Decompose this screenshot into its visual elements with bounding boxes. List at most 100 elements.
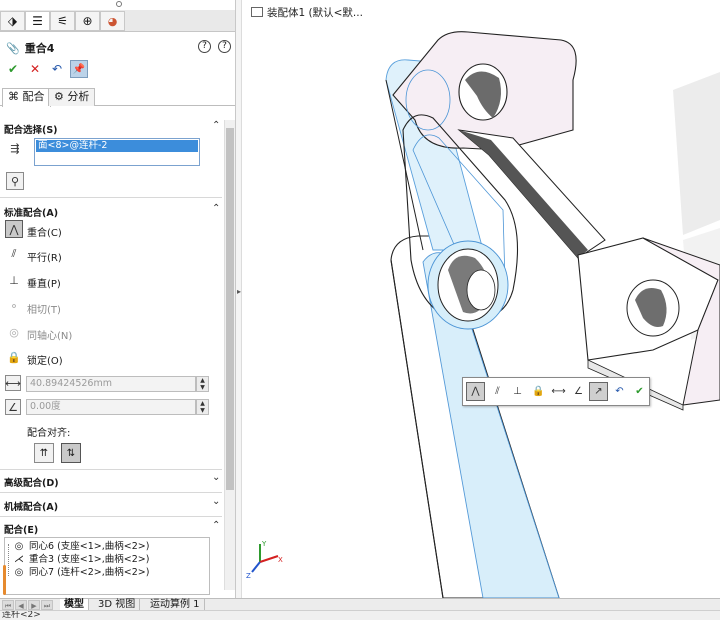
selected-entity[interactable]: 面<8>@连杆-2 — [36, 140, 198, 152]
assembly-model[interactable] — [243, 0, 720, 598]
aligned-icon: ⇈ — [39, 447, 49, 459]
prev-tab-button[interactable]: ◀ — [15, 600, 27, 610]
concentric-mate-icon: ◎ — [14, 541, 24, 552]
mate-alignment-label: 配合对齐: — [27, 428, 71, 439]
assembly-tree-header[interactable]: 装配体1 (默认<默... — [251, 5, 363, 20]
mates-list[interactable]: ◎ 同心6 (支座<1>,曲柄<2>) ⋌ 重合3 (支座<1>,曲柄<2>) ◎ 同… — [4, 537, 210, 595]
coincident-mate-icon: ⋌ — [14, 554, 24, 565]
bottom-tab-bar: ⏮ ◀ ▶ ⏭ 模型 3D 视图 运动算例 1 — [0, 598, 720, 611]
first-tab-button[interactable]: ⏮ — [2, 600, 14, 610]
flip-alignment-button[interactable]: ↗ — [589, 382, 608, 401]
lock-button[interactable]: 🔒 — [5, 348, 23, 366]
chevron-up-icon[interactable]: ⌃ — [212, 120, 220, 131]
parallel-button[interactable]: ⫽ — [5, 245, 23, 263]
tangent-button[interactable]: ⚬ — [5, 297, 23, 315]
advanced-mates-header[interactable]: 高级配合(D) — [4, 475, 59, 489]
angle-input[interactable]: 0.00度 — [26, 399, 196, 415]
anti-aligned-button[interactable]: ⇅ — [61, 443, 81, 463]
divider — [0, 516, 222, 517]
help-icon[interactable]: ? — [198, 40, 211, 53]
collapse-arrow-icon: ▸ — [236, 287, 241, 296]
coincident-button[interactable]: ⋀ — [5, 220, 23, 238]
feature-manager-tab[interactable]: ⬗ — [0, 11, 25, 31]
distance-button[interactable]: ⟷ — [5, 375, 21, 391]
angle-icon: ∠ — [8, 400, 18, 414]
configuration-manager-tab[interactable]: ⚟ — [50, 11, 75, 31]
distance-button[interactable]: ⟷ — [549, 382, 568, 401]
property-manager-tab[interactable]: ☰ — [25, 11, 50, 31]
concentric-button[interactable]: ◎ — [5, 323, 23, 341]
lock-icon: 🔒 — [7, 350, 21, 364]
mate-label: 重合3 (支座<1>,曲柄<2>) — [29, 554, 150, 565]
lock-button[interactable]: 🔒 — [529, 382, 548, 401]
coincident-icon: ⋀ — [9, 222, 19, 236]
svg-text:Z: Z — [246, 572, 251, 578]
coincident-label[interactable]: 重合(C) — [27, 224, 62, 239]
display-manager-tab[interactable]: ◕ — [100, 11, 125, 31]
accept-button[interactable]: ✔ — [630, 382, 649, 401]
perpendicular-button[interactable]: ⊥ — [508, 382, 527, 401]
undo-button[interactable]: ↶ — [48, 60, 66, 78]
mate-selections-header[interactable]: 配合选择(S) — [4, 122, 58, 136]
distance-icon: ⟷ — [551, 386, 566, 397]
property-manager: ⬗ ☰ ⚟ ⊕ ◕ 📎 重合4 ? ? ✔ ✕ ↶ 📌 ⌘ 配合 ⚙ 分析 配合选… — [0, 0, 236, 598]
dimxpert-tab[interactable]: ⊕ — [75, 11, 100, 31]
svg-text:X: X — [278, 556, 283, 564]
aligned-button[interactable]: ⇈ — [34, 443, 54, 463]
scrollbar[interactable] — [224, 120, 235, 590]
chevron-down-icon[interactable]: ⌄ — [212, 496, 220, 507]
angle-button[interactable]: ∠ — [569, 382, 588, 401]
flyout-tab[interactable] — [3, 565, 6, 595]
last-tab-button[interactable]: ⏭ — [41, 600, 53, 610]
list-item[interactable]: ⋌ 重合3 (支座<1>,曲柄<2>) — [13, 553, 149, 566]
color-wheel-icon: ◕ — [107, 14, 118, 28]
ok-button[interactable]: ✔ — [4, 60, 22, 78]
panel-grip[interactable] — [116, 1, 122, 7]
parallel-button[interactable]: ⫽ — [488, 382, 507, 401]
prev-icon: ◀ — [18, 602, 24, 610]
next-tab-button[interactable]: ▶ — [28, 600, 40, 610]
graphics-area[interactable]: 装配体1 (默认<默... ⋀ ⫽ ⊥ 🔒 ⟷ ∠ ↗ ↶ ✔ Y X Z — [243, 0, 720, 598]
perpendicular-button[interactable]: ⊥ — [5, 271, 23, 289]
concentric-mate-icon: ◎ — [14, 567, 24, 578]
perpendicular-label[interactable]: 垂直(P) — [27, 275, 61, 290]
panel-splitter[interactable]: ▸ — [236, 0, 242, 598]
list-item[interactable]: ◎ 同心7 (连杆<2>,曲柄<2>) — [13, 566, 150, 579]
last-page-icon: ⏭ — [43, 602, 51, 610]
chevron-up-icon[interactable]: ⌃ — [212, 203, 220, 214]
cancel-button[interactable]: ✕ — [26, 60, 44, 78]
help-detail-icon[interactable]: ? — [218, 40, 231, 53]
angle-spinner[interactable]: ▲ ▼ — [196, 399, 209, 415]
chevron-up-icon[interactable]: ⌃ — [212, 520, 220, 531]
pin-face — [466, 269, 496, 311]
mates-header[interactable]: 配合(E) — [4, 522, 38, 536]
distance-input[interactable]: 40.89424526mm — [26, 376, 196, 392]
perpendicular-icon: ⊥ — [513, 386, 522, 397]
anti-aligned-icon: ⇅ — [66, 447, 76, 459]
scrollbar-thumb[interactable] — [226, 128, 234, 490]
parallel-label[interactable]: 平行(R) — [27, 249, 62, 264]
chevron-down-icon[interactable]: ⌄ — [212, 472, 220, 483]
lock-label[interactable]: 锁定(O) — [27, 352, 63, 367]
feature-title: 📎 重合4 — [6, 40, 54, 56]
tangent-label[interactable]: 相切(T) — [27, 301, 61, 316]
undo-button[interactable]: ↶ — [610, 382, 629, 401]
property-list-icon: ☰ — [32, 14, 43, 28]
next-icon: ▶ — [31, 602, 37, 610]
tab-analysis[interactable]: ⚙ 分析 — [48, 88, 96, 106]
distance-spinner[interactable]: ▲ ▼ — [196, 376, 209, 392]
mechanical-mates-header[interactable]: 机械配合(A) — [4, 499, 58, 513]
mate-selection-list[interactable]: 面<8>@连杆-2 — [34, 138, 200, 166]
select-tool-button[interactable]: ⚲ — [6, 172, 24, 190]
pin-button[interactable]: 📌 — [70, 60, 88, 78]
list-item[interactable]: ◎ 同心6 (支座<1>,曲柄<2>) — [13, 540, 150, 553]
coincident-icon: ⋀ — [471, 386, 480, 397]
coincident-button[interactable]: ⋀ — [466, 382, 485, 401]
angle-button[interactable]: ∠ — [5, 399, 21, 415]
divider — [0, 197, 222, 198]
mate-label: 同心6 (支座<1>,曲柄<2>) — [29, 541, 150, 552]
tab-mates[interactable]: ⌘ 配合 — [2, 88, 51, 107]
concentric-label[interactable]: 同轴心(N) — [27, 327, 72, 342]
perpendicular-icon: ⊥ — [9, 273, 19, 287]
standard-mates-header[interactable]: 标准配合(A) — [4, 205, 58, 219]
